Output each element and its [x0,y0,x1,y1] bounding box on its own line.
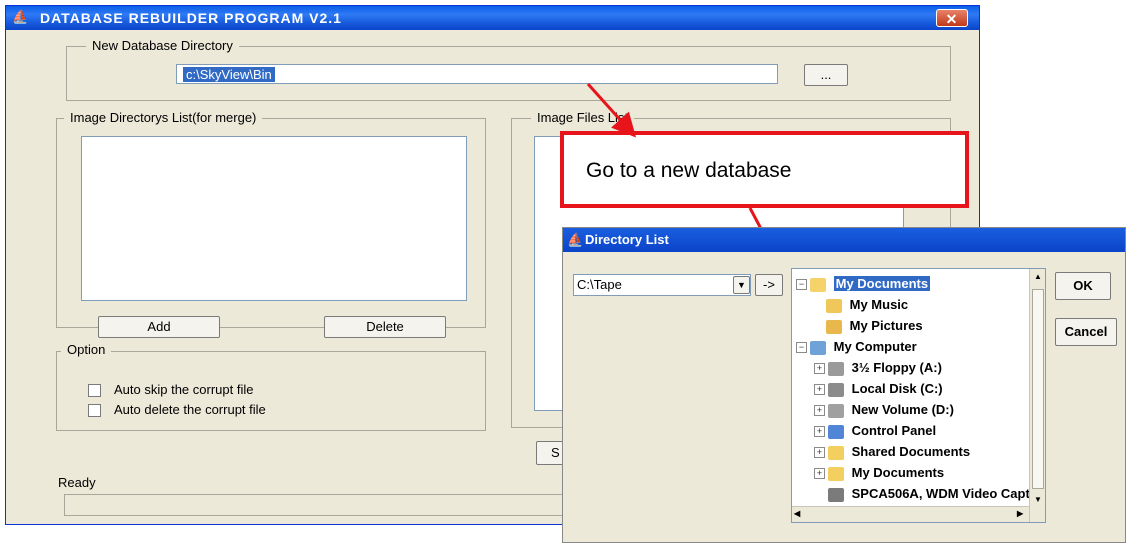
floppy-icon [828,361,844,376]
tree-item-my-computer[interactable]: − My Computer [796,336,917,357]
ok-button[interactable]: OK [1055,272,1111,300]
horizontal-scrollbar[interactable]: ◀ ▶ [792,506,1029,522]
tree-item-label: SPCA506A, WDM Video Captu [851,486,1038,501]
tree-item-label: 3½ Floppy (A:) [851,360,942,375]
scroll-down-arrow-icon[interactable]: ▼ [1032,494,1044,506]
folder-documents-icon [810,277,826,292]
scroll-right-arrow-icon[interactable]: ▶ [1017,509,1023,518]
cancel-button[interactable]: Cancel [1055,318,1117,346]
tree-item-label: My Computer [833,339,917,354]
hard-disk-icon [828,403,844,418]
folder-icon [828,466,844,481]
tree-item-label: My Pictures [849,318,923,333]
arrow-to-callout [586,82,637,138]
tree-item-my-documents[interactable]: − My Documents [796,273,931,294]
tree-item-floppy[interactable]: + 3½ Floppy (A:) [814,357,942,378]
scroll-left-arrow-icon[interactable]: ◀ [794,509,800,518]
tree-item-label: New Volume (D:) [851,402,954,417]
tree-item-control-panel[interactable]: + Control Panel [814,420,936,441]
tree-item-my-music[interactable]: My Music [826,294,908,315]
video-capture-icon [828,487,844,502]
tree-item-label: My Documents [851,465,945,480]
path-value: C:\Tape [577,277,622,292]
tree-item-shared-documents[interactable]: + Shared Documents [814,441,970,462]
tree-item-label: Control Panel [851,423,937,438]
tree-item-video-capture[interactable]: SPCA506A, WDM Video Captu [828,483,1038,504]
hard-disk-icon [828,382,844,397]
computer-icon [810,340,826,355]
folder-icon [828,445,844,460]
dialog-title-bar[interactable]: ⛵ Directory List [563,228,1125,252]
tree-item-new-volume[interactable]: + New Volume (D:) [814,399,954,420]
folder-music-icon [826,298,842,313]
control-panel-icon [828,424,844,439]
dialog-title: Directory List [585,232,669,247]
scroll-thumb[interactable] [1032,289,1044,489]
tree-item-my-pictures[interactable]: My Pictures [826,315,923,336]
directory-list-dialog: ⛵ Directory List C:\Tape ▼ -> − My Docum… [562,227,1126,543]
tree-item-label: Shared Documents [851,444,971,459]
tree-item-local-disk[interactable]: + Local Disk (C:) [814,378,943,399]
tree-item-my-documents-2[interactable]: + My Documents [814,462,944,483]
scroll-up-arrow-icon[interactable]: ▲ [1032,271,1044,283]
dialog-app-icon: ⛵ [567,232,584,247]
tree-item-label: My Music [849,297,909,312]
tree-item-label: Local Disk (C:) [851,381,943,396]
path-combobox[interactable]: C:\Tape [573,274,751,296]
chevron-down-icon[interactable]: ▼ [733,276,750,294]
go-button[interactable]: -> [755,274,783,296]
vertical-scrollbar[interactable]: ▲ ▼ [1029,269,1045,522]
folder-pictures-icon [826,319,842,334]
directory-tree[interactable]: − My Documents My Music My Pictures − My… [791,268,1046,523]
tree-item-label: My Documents [833,276,931,291]
